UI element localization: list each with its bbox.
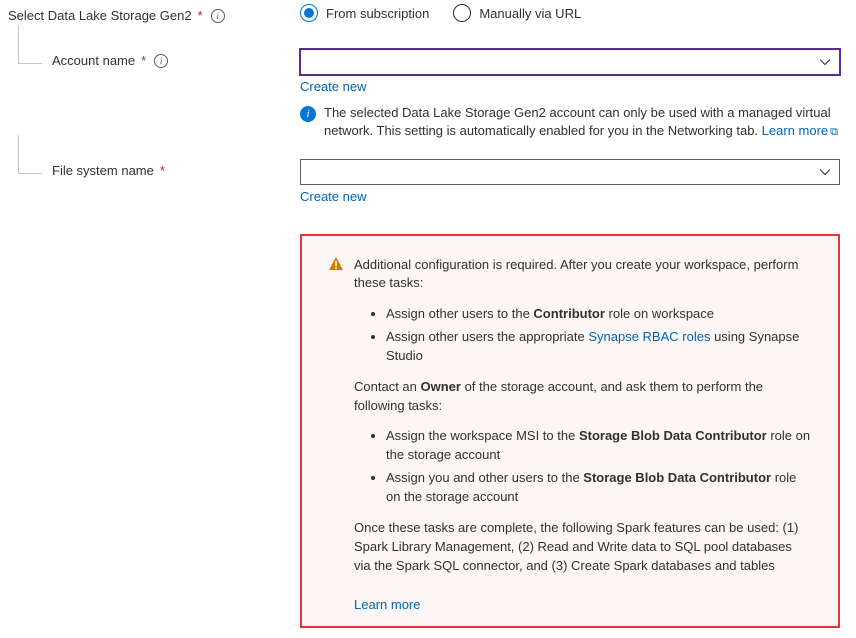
label-account-name: Account name * i (8, 53, 300, 68)
create-new-filesystem-link[interactable]: Create new (300, 189, 366, 204)
account-name-dropdown[interactable] (300, 49, 840, 75)
row-file-system-name: File system name * Create new Additional… (8, 159, 848, 629)
row-select-storage: Select Data Lake Storage Gen2 * i From s… (8, 4, 848, 23)
warning-body: Additional configuration is required. Af… (354, 256, 812, 588)
warn-tasks-list-2: Assign the workspace MSI to the Storage … (354, 427, 812, 506)
radio-from-subscription-label: From subscription (326, 6, 429, 21)
warn-task-rbac: Assign other users the appropriate Synap… (386, 328, 812, 366)
info-icon[interactable]: i (154, 54, 168, 68)
file-system-dropdown[interactable] (300, 159, 840, 185)
managed-vnet-info: i The selected Data Lake Storage Gen2 ac… (300, 104, 840, 141)
create-new-account-link[interactable]: Create new (300, 79, 366, 94)
radio-manual-url[interactable]: Manually via URL (453, 4, 581, 22)
managed-vnet-info-text: The selected Data Lake Storage Gen2 acco… (324, 104, 840, 141)
warn-outro: Once these tasks are complete, the follo… (354, 519, 812, 576)
warn-tasks-list-1: Assign other users to the Contributor ro… (354, 305, 812, 366)
label-file-system-name-text: File system name (52, 163, 154, 178)
warn-task-users-blob: Assign you and other users to the Storag… (386, 469, 812, 507)
info-fill-icon: i (300, 106, 316, 122)
required-asterisk: * (141, 53, 146, 68)
external-link-icon: ⧉ (830, 125, 838, 140)
radio-circle-checked-icon (300, 4, 318, 22)
label-select-storage: Select Data Lake Storage Gen2 * i (8, 8, 300, 23)
required-asterisk: * (198, 8, 203, 23)
chevron-down-icon (819, 166, 831, 178)
radio-circle-icon (453, 4, 471, 22)
learn-more-vnet-link[interactable]: Learn more⧉ (762, 123, 838, 138)
label-file-system-name: File system name * (8, 163, 300, 178)
learn-more-warning-link[interactable]: Learn more (354, 597, 420, 612)
learn-more-text: Learn more (762, 123, 828, 138)
additional-config-warning: Additional configuration is required. Af… (300, 234, 840, 629)
radio-manual-url-label: Manually via URL (479, 6, 581, 21)
warn-task-contributor: Assign other users to the Contributor ro… (386, 305, 812, 324)
info-prefix: The selected Data Lake Storage Gen2 acco… (324, 105, 831, 138)
warn-task-msi: Assign the workspace MSI to the Storage … (386, 427, 812, 465)
required-asterisk: * (160, 163, 165, 178)
warn-intro: Additional configuration is required. Af… (354, 256, 812, 294)
label-select-storage-text: Select Data Lake Storage Gen2 (8, 8, 192, 23)
row-account-name: Account name * i Create new i The select… (8, 49, 848, 141)
info-icon[interactable]: i (211, 9, 225, 23)
label-account-name-text: Account name (52, 53, 135, 68)
chevron-down-icon (819, 56, 831, 68)
radio-from-subscription[interactable]: From subscription (300, 4, 429, 22)
warning-triangle-icon (328, 256, 344, 272)
storage-source-radio-group: From subscription Manually via URL (300, 4, 840, 22)
synapse-rbac-link[interactable]: Synapse RBAC roles (588, 329, 710, 344)
warn-contact-owner: Contact an Owner of the storage account,… (354, 378, 812, 416)
